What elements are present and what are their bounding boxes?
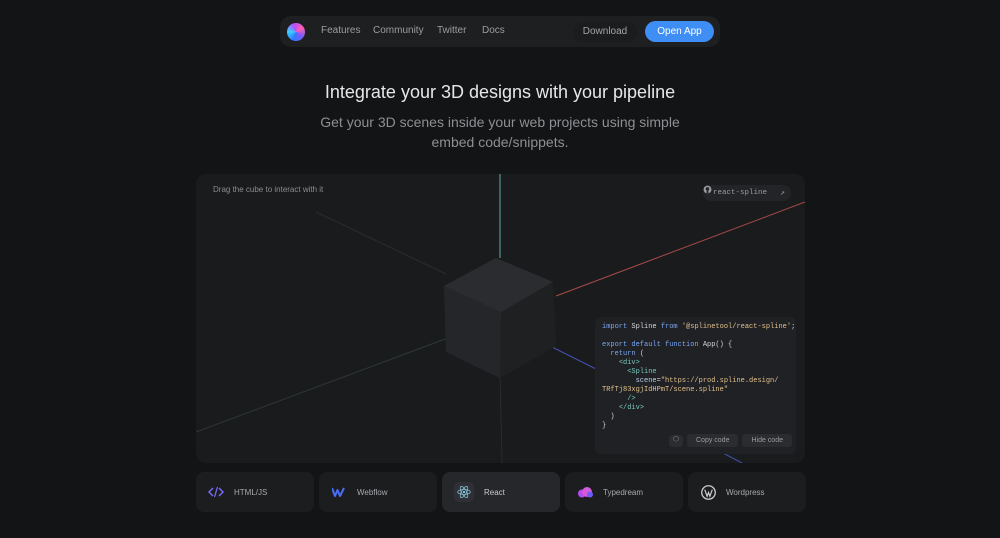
nav-link-features[interactable]: Features — [321, 25, 360, 36]
code-line-11: ) — [602, 413, 615, 421]
code-line-7: scene="https://prod.spline.design/ — [635, 377, 779, 385]
code-actions: ⬡ Copy code Hide code — [669, 434, 792, 447]
code-line-10: </div> — [618, 404, 645, 412]
page-title: Integrate your 3D designs with your pipe… — [324, 82, 676, 102]
top-nav: Features Community Twitter Docs Download… — [280, 16, 720, 47]
tab-webflow[interactable]: Webflow — [319, 472, 437, 512]
code-line-4: return ( — [610, 350, 645, 358]
code-icon — [208, 484, 224, 500]
code-line-5: <div> — [618, 359, 640, 367]
hide-code-button[interactable]: Hide code — [742, 434, 792, 447]
external-link-icon: ↗ — [780, 189, 785, 198]
code-line-1: import Spline from '@splinetool/react-sp… — [602, 323, 796, 331]
code-line-12: } — [602, 422, 607, 430]
copy-code-button[interactable]: Copy code — [687, 434, 739, 447]
spline-logo-icon[interactable] — [287, 23, 305, 41]
wordpress-icon — [700, 484, 716, 500]
tab-label: Wordpress — [726, 487, 765, 497]
download-button[interactable]: Download — [573, 22, 637, 42]
tab-react[interactable]: React — [442, 472, 560, 512]
open-app-button[interactable]: Open App — [645, 21, 714, 42]
tab-typedream[interactable]: Typedream — [565, 472, 683, 512]
code-line-6: <Spline — [627, 368, 657, 376]
code-line-9: /> — [627, 395, 636, 403]
code-line-8: TRfTj83xgjIdHPmT/scene.spline" — [602, 386, 729, 394]
repo-link[interactable]: react-spline ↗ — [703, 185, 791, 201]
code-snippet[interactable]: import Spline from '@splinetool/react-sp… — [602, 323, 795, 431]
code-line-3: export default function App() { — [602, 341, 733, 349]
3d-cube[interactable] — [444, 258, 556, 378]
repo-name: react-spline — [713, 189, 768, 197]
integration-tabs: HTML/JS Webflow React Typedream Wordpres… — [196, 472, 806, 512]
webflow-icon — [331, 484, 347, 500]
tab-label: Typedream — [603, 487, 644, 497]
typedream-icon — [577, 484, 593, 500]
react-icon — [454, 482, 474, 502]
subtitle-line-2: embed code/snippets. — [431, 134, 569, 150]
cube-toggle-icon[interactable]: ⬡ — [669, 434, 683, 447]
tab-label: Webflow — [357, 487, 388, 497]
nav-link-docs[interactable]: Docs — [482, 25, 505, 36]
tab-label: HTML/JS — [234, 487, 268, 497]
nav-link-twitter[interactable]: Twitter — [437, 25, 466, 36]
tab-wordpress[interactable]: Wordpress — [688, 472, 806, 512]
tab-label: React — [484, 487, 505, 497]
scene-viewer[interactable]: Drag the cube to interact with it react-… — [196, 174, 805, 463]
page-subtitle: Get your 3D scenes inside your web proje… — [320, 112, 680, 152]
drag-hint: Drag the cube to interact with it — [213, 185, 324, 194]
nav-link-community[interactable]: Community — [373, 25, 424, 36]
subtitle-line-1: Get your 3D scenes inside your web proje… — [320, 114, 680, 130]
tab-html-js[interactable]: HTML/JS — [196, 472, 314, 512]
code-snippet-panel: import Spline from '@splinetool/react-sp… — [595, 317, 796, 454]
